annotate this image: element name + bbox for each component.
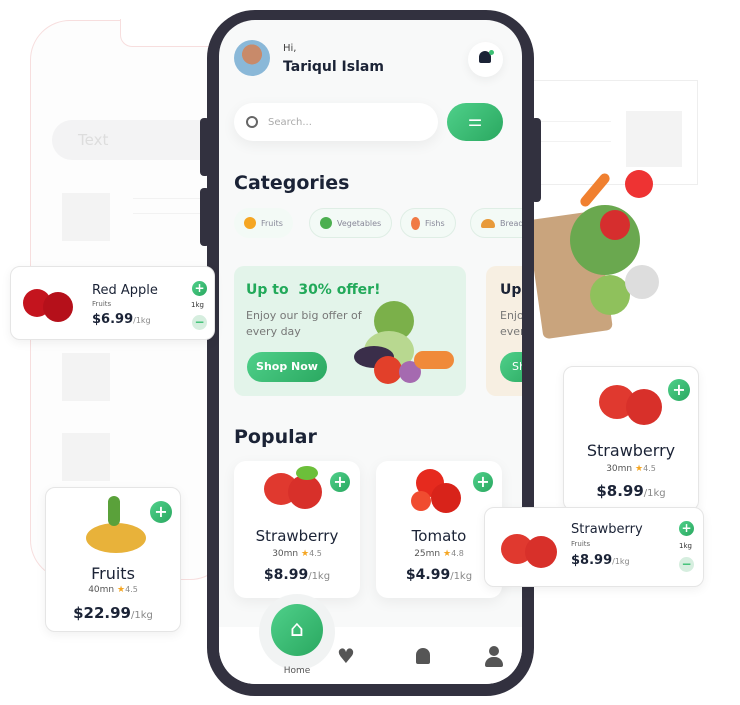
floating-card-strawberry[interactable]: + Strawberry 30mn ★4.5 $8.99/1kg: [563, 366, 699, 511]
home-label: Home: [283, 666, 311, 676]
offer-banner: Up to 30% offer! Enjoy our big offer of …: [234, 266, 466, 396]
add-button[interactable]: +: [473, 472, 493, 492]
offer-banner-2: Up Enjo ever Sh: [486, 266, 522, 396]
heart-icon[interactable]: ♥: [337, 644, 355, 668]
categories-title: Categories: [234, 172, 350, 194]
popular-title: Popular: [234, 426, 317, 448]
search-placeholder: Search...: [268, 116, 312, 128]
phone-screen: Hi, Tariqul Islam Search... ⚌ Categories…: [219, 20, 522, 684]
user-icon[interactable]: [485, 646, 503, 668]
home-button[interactable]: ⌂: [271, 604, 323, 656]
floating-card-strawberry-cart[interactable]: Strawberry Fruits $8.99/1kg + 1kg −: [484, 507, 704, 587]
star-icon: ★: [635, 464, 644, 474]
wireframe-line: [133, 198, 203, 199]
shop-now-button[interactable]: Shop Now: [247, 352, 327, 382]
fruits-image: [86, 523, 146, 553]
wireframe-placeholder: [62, 433, 110, 481]
fish-icon: [411, 216, 420, 230]
bell-nav-icon[interactable]: [416, 648, 430, 664]
decrease-button[interactable]: −: [679, 557, 694, 572]
broccoli-icon: [320, 217, 332, 229]
notification-button[interactable]: [468, 42, 503, 77]
star-icon: ★: [443, 549, 452, 559]
search-icon: [246, 116, 258, 128]
product-card-strawberry[interactable]: + Strawberry 30mn ★4.5 $8.99/1kg: [234, 461, 360, 598]
wireframe-placeholder: [62, 353, 110, 401]
increase-button[interactable]: +: [192, 281, 207, 296]
vegetables-image: [344, 296, 464, 391]
category-vegetables[interactable]: Vegetables: [309, 208, 393, 238]
search-input[interactable]: Search...: [234, 103, 438, 141]
greeting: Hi,: [283, 43, 297, 54]
category-fruits[interactable]: Fruits: [234, 208, 293, 238]
filter-button[interactable]: ⚌: [447, 103, 503, 141]
floating-card-red-apple[interactable]: Red Apple Fruits $6.99/1kg + 1kg −: [10, 266, 215, 340]
wireframe-line: [133, 213, 203, 214]
decrease-button[interactable]: −: [192, 315, 207, 330]
star-icon: ★: [117, 585, 126, 595]
fruits-icon: [244, 217, 256, 229]
category-fishs[interactable]: Fishs: [400, 208, 456, 238]
avatar[interactable]: [234, 40, 270, 76]
category-bread[interactable]: Bread: [470, 208, 522, 238]
star-icon: ★: [301, 549, 310, 559]
wireframe-placeholder: [62, 193, 110, 241]
floating-card-fruits[interactable]: + Fruits 40mn ★4.5 $22.99/1kg: [45, 487, 181, 632]
user-name: Tariqul Islam: [283, 59, 384, 75]
notification-dot: [489, 50, 494, 55]
bread-icon: [481, 218, 495, 228]
home-icon: ⌂: [290, 617, 304, 642]
add-button[interactable]: +: [150, 501, 172, 523]
add-button[interactable]: +: [668, 379, 690, 401]
sliders-icon: ⚌: [467, 111, 483, 130]
increase-button[interactable]: +: [679, 521, 694, 536]
add-button[interactable]: +: [330, 472, 350, 492]
wireframe-text-field: Text: [52, 120, 222, 160]
grocery-bag-image: [526, 165, 670, 345]
